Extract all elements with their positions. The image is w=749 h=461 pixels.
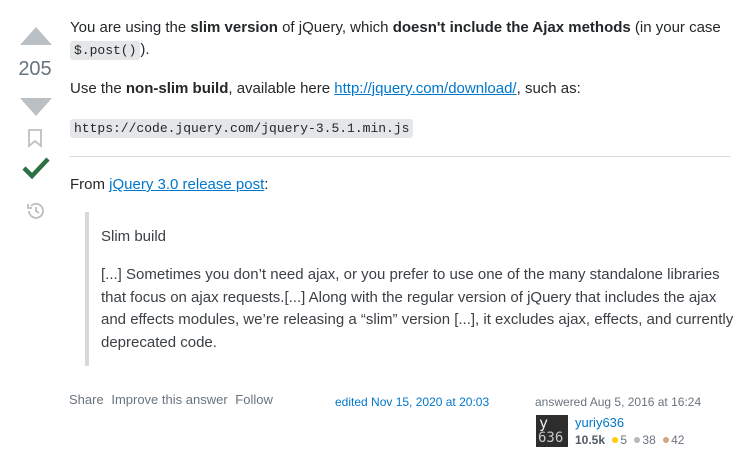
gold-badge-count: 5	[620, 433, 628, 447]
text: You are using the	[70, 19, 191, 36]
bronze-badge-icon	[663, 437, 670, 444]
edited-link[interactable]: edited Nov 15, 2020 at 20:03	[335, 395, 489, 409]
improve-answer-link[interactable]: Improve this answer	[111, 392, 227, 407]
downvote-arrow-icon[interactable]	[20, 98, 52, 116]
text: ).	[140, 41, 150, 58]
bold-text: non-slim build	[125, 80, 229, 97]
silver-badge-icon	[634, 437, 641, 444]
paragraph-slim-version: You are using the slim version of jQuery…	[70, 17, 735, 62]
paragraph-non-slim: Use the non-slim build, available here h…	[70, 78, 735, 100]
accepted-checkmark-icon	[22, 157, 50, 180]
code-block: https://code.jquery.com/jquery-3.5.1.min…	[70, 117, 414, 140]
text: (in your case	[630, 19, 721, 36]
follow-link[interactable]: Follow	[235, 392, 273, 407]
text: :	[264, 176, 269, 193]
bronze-badge-count: 42	[671, 433, 685, 447]
divider	[70, 156, 730, 157]
answered-timestamp: answered Aug 5, 2016 at 16:24	[535, 395, 702, 409]
inline-code: $.post()	[70, 41, 141, 60]
reputation-score: 10.5k	[575, 433, 606, 447]
code-url: https://code.jquery.com/jquery-3.5.1.min…	[70, 119, 414, 138]
silver-badge-count: 38	[642, 433, 656, 447]
user-name-link[interactable]: yuriy636	[575, 415, 624, 430]
text: , available here	[228, 80, 335, 97]
bold-text: slim version	[190, 19, 278, 36]
share-link[interactable]: Share	[69, 392, 104, 407]
paragraph-from: From jQuery 3.0 release post:	[70, 174, 268, 196]
release-post-link[interactable]: jQuery 3.0 release post	[109, 176, 264, 193]
vote-count: 205	[18, 58, 52, 80]
blockquote: Slim build [...] Sometimes you don’t nee…	[85, 212, 741, 366]
user-stats: 10.5k 5 38 42	[575, 433, 688, 447]
post-actions: Share Improve this answer Follow	[69, 392, 277, 407]
text: of jQuery, which	[277, 19, 393, 36]
gold-badge-icon	[612, 437, 619, 444]
download-link[interactable]: http://jquery.com/download/	[334, 80, 516, 97]
text: From	[70, 176, 110, 193]
history-icon[interactable]	[25, 201, 45, 221]
bold-text: doesn't include the Ajax methods	[392, 19, 631, 36]
quote-title: Slim build	[101, 228, 167, 245]
upvote-arrow-icon[interactable]	[20, 27, 52, 45]
avatar[interactable]: y 636	[536, 415, 568, 447]
text: Use the	[70, 80, 126, 97]
quote-body: [...] Sometimes you don’t need ajax, or …	[101, 266, 734, 351]
text: , such as:	[516, 80, 581, 97]
vote-column: 205	[0, 0, 70, 461]
avatar-text: 636	[538, 430, 564, 446]
bookmark-icon[interactable]	[27, 129, 43, 148]
avatar-text: y	[539, 415, 549, 432]
